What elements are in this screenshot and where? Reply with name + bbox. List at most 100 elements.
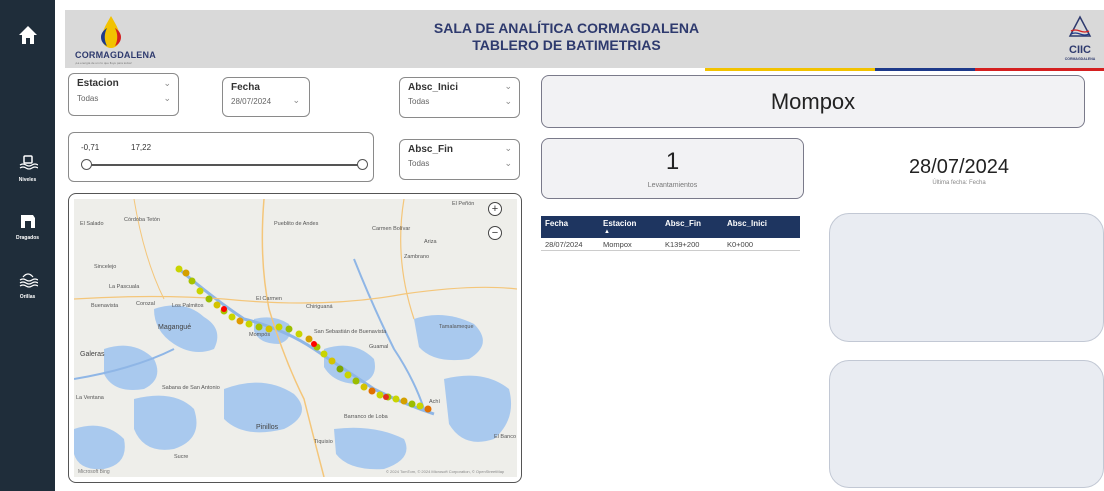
minus-icon: − (491, 227, 499, 239)
map-label: El Salado (80, 221, 104, 227)
zoom-in-button[interactable]: + (488, 202, 502, 216)
nav-orillas[interactable]: Orillas (0, 272, 55, 300)
header-bar: CORMAGDALENA ¡La energía de un río que f… (65, 10, 1104, 71)
logo-right-sub: CORMAGDALENA (1064, 57, 1096, 61)
station-card-value: Mompox (770, 89, 856, 114)
map-label: Chiriguaná (306, 304, 333, 310)
bathymetry-map[interactable]: El Salado Córdoba Tetón Pueblito de Ande… (68, 193, 522, 483)
nav-niveles[interactable]: Niveles (0, 155, 55, 183)
nav-dragados[interactable]: Dragados (0, 213, 55, 241)
dashboard-title: SALA DE ANALÍTICA CORMAGDALENA (433, 20, 700, 36)
map-label: Tiquisio (314, 439, 333, 445)
range-handle-min[interactable] (81, 159, 92, 170)
nav-dragados-label: Dragados (15, 235, 40, 241)
absc-inici-slicer[interactable]: Absc_Inici Todas ⌄ ⌄ (399, 77, 520, 118)
col-header-fecha[interactable]: Fecha (541, 216, 599, 238)
map-label: El Peñón (452, 201, 475, 207)
fecha-slicer-value: 28/07/2024 (231, 97, 272, 106)
map-label: La Pascuala (109, 284, 140, 290)
map-label: Pinillos (256, 424, 279, 431)
header-stripe-red (975, 68, 1104, 71)
fecha-slicer-title: Fecha (231, 82, 260, 93)
chevron-down-icon: ⌄ (163, 93, 171, 103)
absc-inici-slicer-value: Todas (408, 97, 430, 106)
last-date-value: 28/07/2024 (908, 156, 1010, 178)
map-label: Sabana de San Antonio (162, 385, 220, 391)
fecha-slicer[interactable]: Fecha 28/07/2024 ⌄ (222, 77, 310, 117)
range-slicer[interactable]: -0,71 17,22 (68, 132, 374, 182)
estacion-slicer-value: Todas (77, 94, 99, 103)
col-header-estacion[interactable]: Estacion ▲ (599, 216, 661, 238)
gauge-icon (19, 155, 38, 170)
levantamientos-label: Levantamientos (647, 182, 698, 189)
waves-icon (19, 273, 38, 288)
absc-inici-slicer-title: Absc_Inici (408, 82, 459, 93)
chevron-down-icon: ⌄ (163, 78, 171, 88)
range-min-label: -0,71 (81, 143, 100, 152)
chevron-down-icon: ⌄ (504, 158, 512, 168)
map-label: Mompós (249, 332, 271, 338)
map-label: Guamal (369, 344, 389, 350)
surveys-table: Fecha Estacion ▲ Absc_Fin Absc_Inici 28/… (541, 216, 800, 251)
map-label: Galeras (80, 351, 105, 358)
map-label: Barranco de Loba (344, 414, 388, 420)
absc-fin-slicer-title: Absc_Fin (408, 144, 454, 155)
dashboard-subtitle: TABLERO DE BATIMETRIAS (472, 37, 661, 53)
map-label: Magangué (158, 324, 192, 331)
estacion-slicer[interactable]: Estacion Todas ⌄ ⌄ (68, 73, 179, 116)
header-stripe-blue (875, 68, 975, 71)
cell-absc-inici: K0+000 (727, 239, 754, 249)
logo-left-tagline: ¡La energía de un río que fluye para tod… (75, 61, 132, 65)
map-label: Sincelejo (94, 264, 117, 270)
last-date-label: Última fecha: Fecha (932, 180, 986, 186)
range-track (86, 164, 364, 166)
map-label: Pueblito de Andes (274, 221, 319, 227)
plus-icon: + (491, 203, 499, 215)
table-row[interactable]: 28/07/2024 Mompox K139+200 K0+000 (541, 238, 800, 251)
dredge-icon (20, 215, 35, 228)
header-stripe-yellow (705, 68, 875, 71)
levantamientos-card: 1 Levantamientos (541, 138, 804, 199)
map-label: Buenavista (91, 303, 119, 309)
cell-estacion: Mompox (603, 239, 632, 249)
col-header-estacion-label: Estacion (603, 219, 637, 228)
levantamientos-count: 1 (665, 148, 680, 175)
map-canvas[interactable]: El Salado Córdoba Tetón Pueblito de Ande… (74, 199, 517, 477)
map-label: Córdoba Tetón (124, 217, 160, 223)
cell-absc-fin: K139+200 (665, 239, 700, 249)
map-label: San Sebastián de Buenavista (314, 329, 387, 335)
map-label: Ariza (424, 239, 437, 245)
map-label: Zambrano (404, 254, 430, 260)
map-label: Tamalameque (439, 324, 474, 330)
chevron-down-icon: ⌄ (504, 143, 512, 153)
estacion-slicer-title: Estacion (77, 78, 119, 89)
absc-fin-slicer[interactable]: Absc_Fin Todas ⌄ ⌄ (399, 139, 520, 180)
table-header: Fecha Estacion ▲ Absc_Fin Absc_Inici (541, 216, 800, 238)
logo-right-text: CIIC (1069, 44, 1091, 56)
range-handle-max[interactable] (357, 159, 368, 170)
home-icon (18, 26, 37, 44)
map-label: La Ventana (76, 395, 104, 401)
last-date-card: 28/07/2024 Última fecha: Fecha (838, 152, 1080, 192)
map-label: El Carmen (256, 296, 282, 302)
map-label: El Banco (494, 434, 517, 440)
bing-logo: Microsoft Bing (78, 469, 110, 475)
map-label: Carmen Bolívar (372, 226, 411, 232)
range-max-label: 17,22 (131, 143, 152, 152)
map-label: Achí (429, 399, 441, 405)
sidebar: Niveles Dragados Orillas (0, 0, 55, 491)
sort-ascending-icon: ▲ (604, 229, 610, 235)
ciic-mark-icon (1068, 15, 1092, 37)
empty-card-bottom (829, 360, 1104, 488)
chevron-down-icon: ⌄ (504, 81, 512, 91)
map-label: Los Palmitos (172, 303, 204, 309)
zoom-out-button[interactable]: − (488, 226, 502, 240)
absc-fin-slicer-value: Todas (408, 159, 430, 168)
col-header-absc-fin[interactable]: Absc_Fin (661, 216, 723, 238)
ciic-logo: CIIC CORMAGDALENA (1060, 12, 1100, 66)
nav-orillas-label: Orillas (19, 294, 36, 300)
nav-niveles-label: Niveles (18, 177, 37, 183)
map-label: Sucre (174, 454, 189, 460)
chevron-down-icon: ⌄ (504, 96, 512, 106)
col-header-absc-inici[interactable]: Absc_Inici (723, 216, 800, 238)
